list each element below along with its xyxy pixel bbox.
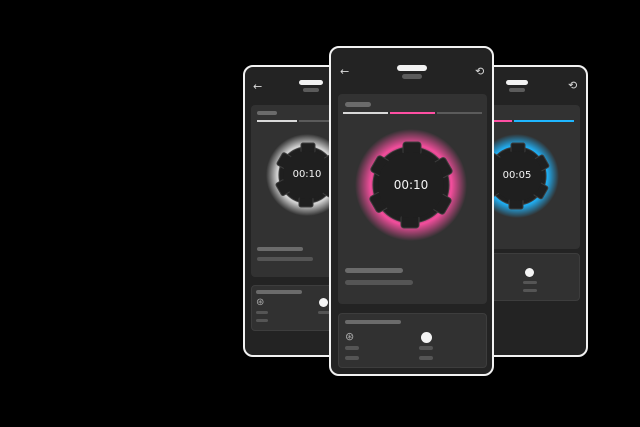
ball-icon[interactable]: ⊛ [256,298,264,308]
control-label [419,356,433,360]
control-label [345,346,359,350]
timer-ring: 00:10 [354,128,468,242]
timer-card: 00:10 [338,94,487,304]
toggle-dot[interactable] [421,332,432,343]
control-label [256,319,268,322]
control-label [523,289,537,292]
control-label [523,281,537,284]
header-subtitle-placeholder [303,88,319,92]
progress-segment [390,112,435,114]
info-line [257,247,303,251]
header-title-placeholder [397,65,427,71]
back-arrow-icon[interactable]: ← [340,66,349,77]
card-heading-placeholder [257,111,277,115]
header-subtitle-placeholder [509,88,525,92]
info-line [345,268,403,273]
controls-heading-placeholder [345,320,401,324]
control-label [419,346,433,350]
ball-icon[interactable]: ⊛ [345,331,354,342]
controls-card: ⊛ [338,313,487,368]
info-line [345,280,413,285]
progress-segment [343,112,388,114]
card-heading-placeholder [345,102,371,107]
header-title-placeholder [299,80,323,85]
header-subtitle-placeholder [402,74,422,79]
toggle-dot[interactable] [319,298,328,307]
toggle-dot[interactable] [525,268,534,277]
phone-center: ← ⟲ 00:10 ⊛ [329,46,494,376]
progress-segment [437,112,482,114]
timer-display: 00:10 [393,178,429,192]
header-title-placeholder [506,80,528,85]
progress-segment [514,120,574,122]
info-line [257,257,313,261]
control-label [345,356,359,360]
controls-heading-placeholder [256,290,302,294]
reset-icon[interactable]: ⟲ [568,80,577,91]
back-arrow-icon[interactable]: ← [253,81,262,92]
progress-segment [257,120,297,122]
reset-icon[interactable]: ⟲ [475,66,484,77]
control-label [256,311,268,314]
